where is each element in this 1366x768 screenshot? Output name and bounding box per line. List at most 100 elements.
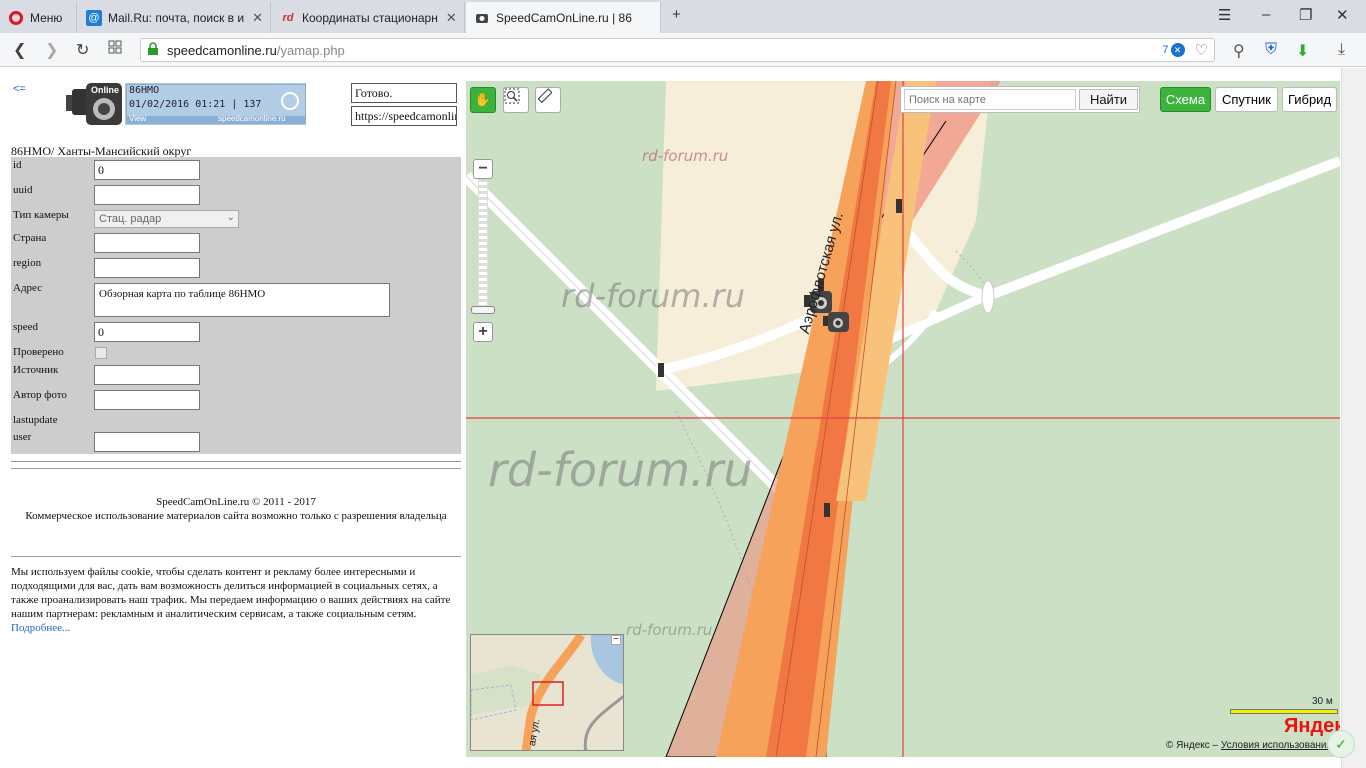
zoom-area-icon[interactable] [503,87,529,113]
browser-tab-bar: Меню @ Mail.Ru: почта, поиск в и ✕ rd Ко… [0,0,1366,33]
user-label: user [13,431,32,443]
map-search-button[interactable]: Найти [1079,89,1138,110]
minimap-collapse-icon[interactable]: − [611,635,621,645]
hand-tool-icon[interactable]: ✋ [470,87,496,113]
footer: SpeedCamOnLine.ru © 2011 - 2017 Коммерче… [11,495,461,523]
tab-title: Координаты стационарн [302,10,438,25]
speedcamonline-banner[interactable]: Online 86HMO 01/02/2016 01:21 | 137 View… [66,83,307,125]
banner-code: 86HMO [129,85,160,96]
map-search-input[interactable] [904,89,1076,110]
country-input[interactable] [94,233,200,253]
url-field[interactable]: speedcamonline.ru /yamap.php 7 ✕ ♡ [140,38,1215,62]
zoom-out-button[interactable]: − [473,159,493,179]
adblock-icon[interactable]: ✕ [1170,43,1185,57]
address-bar-row: ❮ ❯ ↻ speedcamonline.ru /yamap.php 7 ✕ ♡… [0,33,1366,67]
banner-date: 01/02/2016 01:21 | 137 [129,99,262,110]
banner-view: View [129,114,147,123]
lock-icon [147,41,159,59]
tab-speedcamonline[interactable]: SpeedCamOnLine.ru | 86 [466,2,661,33]
tab-rdforum[interactable]: rd Координаты стационарн ✕ [272,2,465,33]
map-copyright: © Яндекс – Условия использования [1166,740,1332,751]
forward-arrow-icon[interactable]: ❯ [45,40,58,60]
scale-label: 30 м [1312,696,1333,707]
region-label: region [13,257,42,269]
tab-mailru[interactable]: @ Mail.Ru: почта, поиск в и ✕ [78,2,271,33]
page-scrollbar[interactable] [1341,68,1366,768]
layer-scheme-button[interactable]: Схема [1160,87,1211,112]
opera-logo-icon [8,10,24,26]
region-input[interactable] [94,258,200,278]
rdforum-favicon-icon: rd [282,11,294,24]
author-input[interactable] [94,390,200,410]
verified-label: Проверено [13,346,64,358]
speed-camera-marker-icon[interactable] [823,312,849,332]
commercial-notice: Коммерческое использование материалов са… [25,510,447,522]
author-label: Автор фото [13,389,67,401]
menu-label: Меню [30,10,63,25]
cookie-more-link[interactable]: Подробнее... [11,622,70,634]
traffic-light-icon [658,363,664,377]
divider [11,556,461,557]
zoom-slider-track[interactable] [478,181,488,309]
banner-online-label: Online [91,85,120,95]
camera-form: id 0 uuid Тип камеры Стац. радар ⌄ Стран… [11,157,461,454]
traffic-light-icon [824,503,830,517]
maximize-icon[interactable]: ❐ [1299,6,1312,24]
opera-menu-button[interactable]: Меню [0,2,77,33]
layer-satellite-button[interactable]: Спутник [1215,87,1278,112]
watermark: rd-forum.ru [626,621,713,639]
copyright-text: SpeedCamOnLine.ru © 2011 - 2017 [156,496,316,508]
overview-minimap[interactable]: ая ул. − [470,634,624,751]
tab-title: SpeedCamOnLine.ru | 86 [496,10,632,25]
vpn-shield-icon[interactable]: ⛨ [1265,41,1277,59]
url-path: /yamap.php [276,42,345,58]
id-label: id [13,159,22,171]
speed-dial-icon[interactable] [108,40,122,59]
close-window-icon[interactable]: ✕ [1336,6,1349,24]
country-label: Страна [13,232,47,244]
camera-favicon-icon [474,10,490,26]
adblock-count: 7 [1162,44,1169,56]
speed-label: speed [13,321,39,333]
camtype-select[interactable]: Стац. радар ⌄ [94,210,239,228]
traffic-light-icon [896,199,902,213]
zoom-slider-handle[interactable] [471,306,495,314]
address-textarea[interactable]: Обзорная карта по таблице 86НМО [94,283,390,317]
chevron-down-icon: ⌄ [226,212,235,223]
verified-checkbox[interactable] [95,347,107,359]
source-input[interactable] [94,365,200,385]
mailru-favicon-icon: @ [86,9,102,26]
tab-list-icon[interactable]: ☰ [1218,6,1231,24]
camtype-label: Тип камеры [13,209,69,221]
yandex-map[interactable]: Аэрофлотская ул. rd-forum.ru rd-forum.ru… [466,81,1340,757]
downloads-icon[interactable]: ⤓ [1338,41,1345,59]
zoom-in-button[interactable]: + [473,322,493,342]
extension-puzzle-icon[interactable]: ⚲ [1233,41,1245,61]
page-url-field[interactable]: https://speedcamonline.ru/ [351,106,457,126]
user-input[interactable] [94,432,200,452]
heart-icon[interactable]: ♡ [1195,41,1208,59]
map-search: Найти [900,86,1140,113]
source-label: Источник [13,364,59,376]
terms-link[interactable]: Условия использования [1221,740,1332,751]
status-field: Готово. [351,83,457,103]
download-ext-icon[interactable]: ⬇ [1296,41,1309,61]
minimize-icon[interactable]: – [1262,6,1270,23]
uuid-input[interactable] [94,185,200,205]
close-tab-icon[interactable]: ✕ [438,10,457,26]
watermark: rd-forum.ru [561,277,746,315]
cookie-notice: Мы используем файлы cookie, чтобы сделат… [11,565,463,635]
layer-hybrid-button[interactable]: Гибрид [1282,87,1337,112]
back-arrow-icon[interactable]: ❮ [13,40,26,60]
ruler-icon[interactable] [535,87,561,113]
copyright-prefix: © Яндекс – [1166,740,1219,751]
speed-input[interactable]: 0 [94,322,200,342]
new-tab-icon[interactable]: + [672,6,681,23]
back-link[interactable]: <= [13,83,26,95]
security-shield-icon[interactable]: ✓ [1327,730,1355,758]
id-input[interactable]: 0 [94,160,200,180]
camtype-value: Стац. радар [99,213,162,225]
divider [11,461,461,462]
close-tab-icon[interactable]: ✕ [244,10,263,26]
reload-icon[interactable]: ↻ [76,40,89,60]
